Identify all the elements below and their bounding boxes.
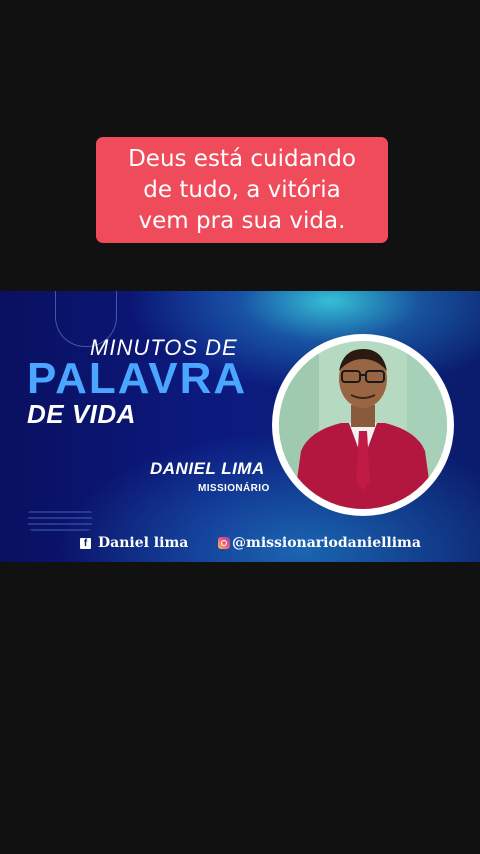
facebook-icon: f [80, 537, 91, 549]
instagram-handle[interactable]: @missionariodaniellima [218, 535, 421, 551]
instagram-icon [218, 537, 230, 549]
caption-box: Deus está cuidando de tudo, a vitória ve… [96, 137, 388, 243]
presenter-name: DANIEL LIMA [150, 459, 265, 478]
decorative-waves [28, 509, 92, 531]
facebook-handle[interactable]: f Daniel lima [80, 535, 188, 551]
instagram-label: @missionariodaniellima [232, 535, 421, 551]
facebook-label: Daniel lima [98, 535, 189, 551]
presenter-role: MISSIONÁRIO [198, 483, 270, 494]
presenter-portrait [279, 341, 447, 509]
caption-line-3: vem pra sua vida. [138, 207, 346, 234]
banner-title-bottom: DE VIDA [27, 399, 136, 429]
presenter-photo [279, 341, 447, 509]
caption-line-1: Deus está cuidando [128, 145, 356, 172]
caption-line-2: de tudo, a vitória [143, 176, 341, 203]
banner-title-main: PALAVRA [27, 354, 248, 403]
video-banner[interactable]: MINUTOS DE PALAVRA DE VIDA DANIEL LIMA M… [0, 291, 480, 562]
